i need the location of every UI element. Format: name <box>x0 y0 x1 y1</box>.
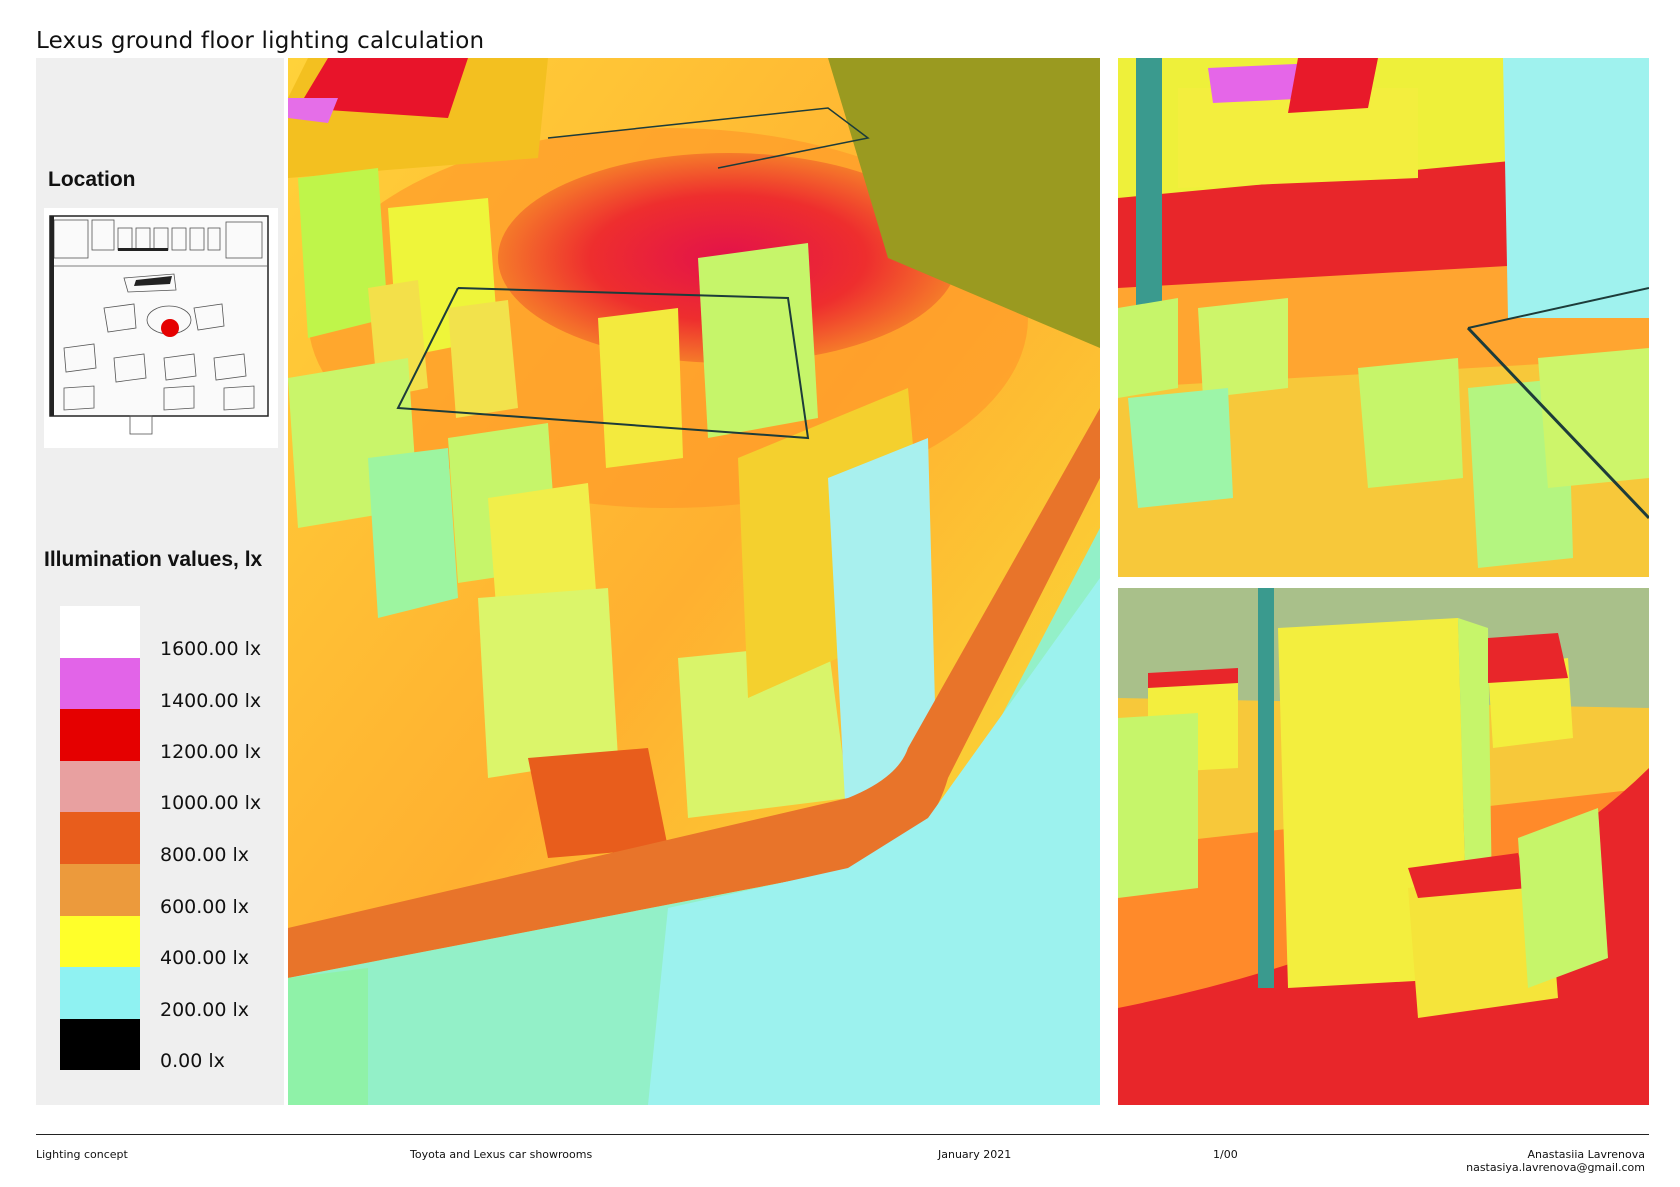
legend-label-1600: 1600.00 lx <box>160 638 262 660</box>
legend-label-200: 200.00 lx <box>160 999 250 1021</box>
location-heading: Location <box>48 168 136 191</box>
floor-plan-thumbnail <box>44 208 278 448</box>
swatch-1600 <box>60 606 140 658</box>
swatch-800 <box>60 812 140 864</box>
page-title: Lexus ground floor lighting calculation <box>36 28 485 54</box>
footer-divider <box>36 1134 1649 1135</box>
footer-date: January 2021 <box>938 1148 1012 1161</box>
bottom-right-render-view <box>1118 588 1649 1105</box>
legend-label-1200: 1200.00 lx <box>160 741 262 763</box>
swatch-1200 <box>60 709 140 761</box>
main-render-view <box>288 58 1100 1105</box>
footer-section: Lighting concept <box>36 1148 128 1161</box>
footer-email: nastasiya.lavrenova@gmail.com <box>1466 1161 1645 1174</box>
legend-swatches <box>60 606 140 1071</box>
top-right-render-view <box>1118 58 1649 577</box>
legend-label-400: 400.00 lx <box>160 947 250 969</box>
footer-page-number: 1/00 <box>1213 1148 1238 1161</box>
swatch-0 <box>60 1018 140 1071</box>
swatch-200 <box>60 967 140 1019</box>
swatch-1000 <box>60 760 140 813</box>
location-marker <box>161 319 179 337</box>
legend-label-1400: 1400.00 lx <box>160 690 262 712</box>
footer-author: Anastasiia Lavrenova <box>1527 1148 1645 1161</box>
legend-heading: Illumination values, lx <box>44 548 263 571</box>
swatch-600 <box>60 863 140 916</box>
legend-label-0: 0.00 lx <box>160 1050 225 1072</box>
sidebar-panel: Location Illumination values, lx 1600.00… <box>36 58 284 1105</box>
legend-label-800: 800.00 lx <box>160 844 250 866</box>
swatch-1400 <box>60 657 140 710</box>
legend-label-1000: 1000.00 lx <box>160 792 262 814</box>
swatch-400 <box>60 915 140 968</box>
footer-project: Toyota and Lexus car showrooms <box>410 1148 593 1161</box>
legend-label-600: 600.00 lx <box>160 896 250 918</box>
